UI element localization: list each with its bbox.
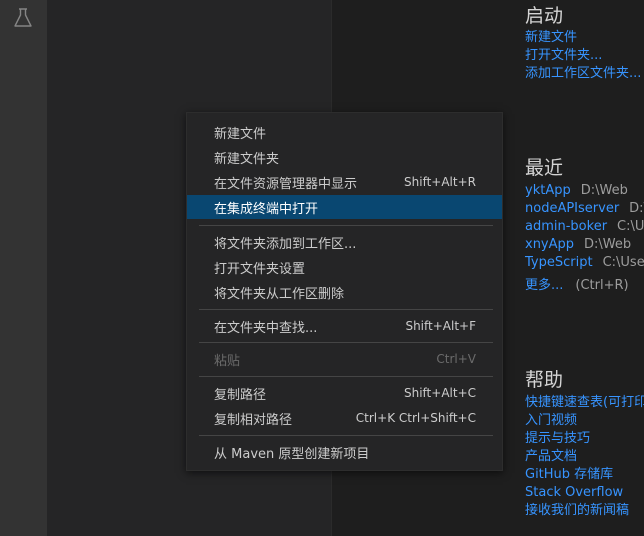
recent-item-name[interactable]: admin-boker xyxy=(525,219,607,234)
menu-item-reveal-in-explorer[interactable]: 在文件资源管理器中显示 Shift+Alt+R xyxy=(187,170,502,194)
recent-item-path: D:\g xyxy=(629,201,644,216)
menu-item-label: 在文件资源管理器中显示 xyxy=(214,176,358,192)
menu-item-find-in-folder[interactable]: 在文件夹中查找... Shift+Alt+F xyxy=(187,314,502,338)
intro-videos-link[interactable]: 入门视频 xyxy=(525,412,577,430)
menu-separator xyxy=(199,309,493,310)
flask-icon[interactable] xyxy=(11,6,35,30)
github-repo-link[interactable]: GitHub 存储库 xyxy=(525,466,613,484)
menu-item-shortcut: Ctrl+K Ctrl+Shift+C xyxy=(355,411,476,425)
recent-item-name[interactable]: nodeAPIserver xyxy=(525,201,619,216)
more-recent-link[interactable]: 更多... xyxy=(525,278,563,293)
new-file-link[interactable]: 新建文件 xyxy=(525,29,577,47)
help-section-title: 帮助 xyxy=(525,369,564,391)
menu-item-shortcut: Shift+Alt+R xyxy=(404,175,476,189)
stack-overflow-link[interactable]: Stack Overflow xyxy=(525,484,623,502)
menu-item-label: 在集成终端中打开 xyxy=(214,201,319,217)
recent-item-path: C:\Us xyxy=(617,219,644,234)
activity-bar xyxy=(0,0,47,536)
menu-item-label: 在文件夹中查找... xyxy=(214,320,318,336)
menu-separator xyxy=(199,435,493,436)
recent-item: nodeAPIserver D:\g xyxy=(525,200,644,218)
more-recent-shortcut: (Ctrl+R) xyxy=(575,278,629,293)
newsletter-link[interactable]: 接收我们的新闻稿 xyxy=(525,502,629,520)
menu-item-label: 将文件夹添加到工作区... xyxy=(214,236,357,252)
recent-item: TypeScript C:\Users xyxy=(525,254,644,272)
menu-separator xyxy=(199,225,493,226)
context-menu: 新建文件 新建文件夹 在文件资源管理器中显示 Shift+Alt+R 在集成终端… xyxy=(186,112,503,471)
keybindings-cheatsheet-link[interactable]: 快捷键速查表(可打印) xyxy=(525,394,644,412)
tips-and-tricks-link[interactable]: 提示与技巧 xyxy=(525,430,590,448)
menu-item-new-file[interactable]: 新建文件 xyxy=(187,120,502,144)
menu-separator xyxy=(199,342,493,343)
menu-item-shortcut: Shift+Alt+F xyxy=(405,319,476,333)
menu-item-paste: 粘贴 Ctrl+V xyxy=(187,347,502,371)
menu-item-label: 打开文件夹设置 xyxy=(214,261,306,277)
recent-item-path: D:\Web xyxy=(584,237,632,252)
menu-item-add-folder-to-workspace[interactable]: 将文件夹添加到工作区... xyxy=(187,230,502,254)
recent-item: admin-boker C:\Us xyxy=(525,218,644,236)
menu-item-copy-path[interactable]: 复制路径 Shift+Alt+C xyxy=(187,381,502,405)
recent-item-name[interactable]: TypeScript xyxy=(525,255,593,270)
menu-item-shortcut: Shift+Alt+C xyxy=(403,386,476,400)
recent-section-title: 最近 xyxy=(525,157,564,179)
menu-item-label: 粘贴 xyxy=(214,353,241,369)
menu-item-new-folder[interactable]: 新建文件夹 xyxy=(187,145,502,169)
product-docs-link[interactable]: 产品文档 xyxy=(525,448,577,466)
menu-item-shortcut: Ctrl+V xyxy=(436,352,476,366)
recent-item-path: C:\Users xyxy=(602,255,644,270)
menu-item-open-folder-settings[interactable]: 打开文件夹设置 xyxy=(187,255,502,279)
recent-item: xnyApp D:\Web xyxy=(525,236,631,254)
start-section-title: 启动 xyxy=(525,5,564,27)
open-folder-link[interactable]: 打开文件夹... xyxy=(525,47,602,65)
recent-more-row: 更多... (Ctrl+R) xyxy=(525,277,629,295)
menu-item-remove-folder-from-workspace[interactable]: 将文件夹从工作区删除 xyxy=(187,280,502,304)
recent-item-name[interactable]: yktApp xyxy=(525,183,571,198)
menu-item-copy-relative-path[interactable]: 复制相对路径 Ctrl+K Ctrl+Shift+C xyxy=(187,406,502,430)
menu-item-label: 将文件夹从工作区删除 xyxy=(214,286,345,302)
menu-item-label: 新建文件夹 xyxy=(214,151,280,167)
recent-item-name[interactable]: xnyApp xyxy=(525,237,574,252)
menu-item-label: 从 Maven 原型创建新项目 xyxy=(214,446,370,462)
add-workspace-folder-link[interactable]: 添加工作区文件夹... xyxy=(525,65,641,83)
menu-item-open-in-terminal[interactable]: 在集成终端中打开 xyxy=(187,195,502,219)
recent-item-path: D:\Web xyxy=(580,183,628,198)
menu-separator xyxy=(199,376,493,377)
menu-item-label: 复制相对路径 xyxy=(214,412,293,428)
menu-item-label: 新建文件 xyxy=(214,126,267,142)
menu-item-label: 复制路径 xyxy=(214,387,267,403)
recent-item: yktApp D:\Web xyxy=(525,182,628,200)
menu-item-create-maven-project[interactable]: 从 Maven 原型创建新项目 xyxy=(187,440,502,464)
